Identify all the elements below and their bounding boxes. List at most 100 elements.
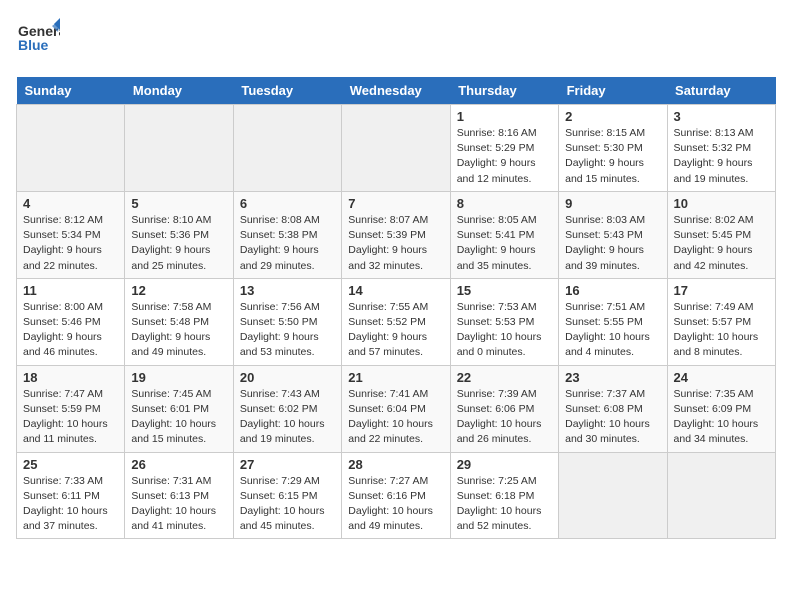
calendar-cell: 15 Sunrise: 7:53 AM Sunset: 5:53 PM Dayli… [450, 278, 558, 365]
calendar-cell: 17 Sunrise: 7:49 AM Sunset: 5:57 PM Dayli… [667, 278, 775, 365]
day-number: 15 [457, 283, 552, 298]
day-number: 9 [565, 196, 660, 211]
day-number: 21 [348, 370, 443, 385]
day-number: 24 [674, 370, 769, 385]
day-number: 1 [457, 109, 552, 124]
calendar-cell: 29 Sunrise: 7:25 AM Sunset: 6:18 PM Dayli… [450, 452, 558, 539]
day-info: Sunrise: 7:51 AM Sunset: 5:55 PM Dayligh… [565, 300, 660, 361]
weekday-header-wednesday: Wednesday [342, 77, 450, 105]
weekday-header-thursday: Thursday [450, 77, 558, 105]
calendar-cell [342, 105, 450, 192]
day-info: Sunrise: 7:27 AM Sunset: 6:16 PM Dayligh… [348, 474, 443, 535]
calendar-cell [667, 452, 775, 539]
calendar-cell: 23 Sunrise: 7:37 AM Sunset: 6:08 PM Dayli… [559, 365, 667, 452]
day-info: Sunrise: 7:47 AM Sunset: 5:59 PM Dayligh… [23, 387, 118, 448]
day-number: 25 [23, 457, 118, 472]
day-info: Sunrise: 7:43 AM Sunset: 6:02 PM Dayligh… [240, 387, 335, 448]
calendar-cell: 3 Sunrise: 8:13 AM Sunset: 5:32 PM Daylig… [667, 105, 775, 192]
day-number: 27 [240, 457, 335, 472]
day-info: Sunrise: 8:12 AM Sunset: 5:34 PM Dayligh… [23, 213, 118, 274]
calendar-cell: 2 Sunrise: 8:15 AM Sunset: 5:30 PM Daylig… [559, 105, 667, 192]
calendar-cell: 13 Sunrise: 7:56 AM Sunset: 5:50 PM Dayli… [233, 278, 341, 365]
day-info: Sunrise: 7:56 AM Sunset: 5:50 PM Dayligh… [240, 300, 335, 361]
day-info: Sunrise: 8:10 AM Sunset: 5:36 PM Dayligh… [131, 213, 226, 274]
day-number: 22 [457, 370, 552, 385]
calendar-cell: 16Sunrise: 7:51 AM Sunset: 5:55 PM Dayli… [559, 278, 667, 365]
day-number: 11 [23, 283, 118, 298]
calendar-cell: 19 Sunrise: 7:45 AM Sunset: 6:01 PM Dayli… [125, 365, 233, 452]
calendar-cell [559, 452, 667, 539]
svg-text:Blue: Blue [18, 37, 49, 53]
weekday-header-monday: Monday [125, 77, 233, 105]
day-info: Sunrise: 7:49 AM Sunset: 5:57 PM Dayligh… [674, 300, 769, 361]
calendar-cell: 24 Sunrise: 7:35 AM Sunset: 6:09 PM Dayli… [667, 365, 775, 452]
calendar-cell [17, 105, 125, 192]
calendar-cell: 28 Sunrise: 7:27 AM Sunset: 6:16 PM Dayli… [342, 452, 450, 539]
calendar-cell: 9Sunrise: 8:03 AM Sunset: 5:43 PM Daylig… [559, 191, 667, 278]
calendar-cell: 7 Sunrise: 8:07 AM Sunset: 5:39 PM Daylig… [342, 191, 450, 278]
day-number: 2 [565, 109, 660, 124]
day-number: 12 [131, 283, 226, 298]
day-number: 19 [131, 370, 226, 385]
day-info: Sunrise: 7:55 AM Sunset: 5:52 PM Dayligh… [348, 300, 443, 361]
day-number: 7 [348, 196, 443, 211]
day-number: 8 [457, 196, 552, 211]
day-info: Sunrise: 7:33 AM Sunset: 6:11 PM Dayligh… [23, 474, 118, 535]
day-info: Sunrise: 7:37 AM Sunset: 6:08 PM Dayligh… [565, 387, 660, 448]
day-info: Sunrise: 7:35 AM Sunset: 6:09 PM Dayligh… [674, 387, 769, 448]
calendar-cell: 18 Sunrise: 7:47 AM Sunset: 5:59 PM Dayli… [17, 365, 125, 452]
calendar-cell [125, 105, 233, 192]
calendar-cell: 21 Sunrise: 7:41 AM Sunset: 6:04 PM Dayli… [342, 365, 450, 452]
day-number: 5 [131, 196, 226, 211]
week-row-5: 25 Sunrise: 7:33 AM Sunset: 6:11 PM Dayli… [17, 452, 776, 539]
day-number: 14 [348, 283, 443, 298]
day-info: Sunrise: 8:00 AM Sunset: 5:46 PM Dayligh… [23, 300, 118, 361]
day-number: 13 [240, 283, 335, 298]
day-info: Sunrise: 8:07 AM Sunset: 5:39 PM Dayligh… [348, 213, 443, 274]
week-row-2: 4Sunrise: 8:12 AM Sunset: 5:34 PM Daylig… [17, 191, 776, 278]
weekday-header-friday: Friday [559, 77, 667, 105]
calendar-cell: 11 Sunrise: 8:00 AM Sunset: 5:46 PM Dayli… [17, 278, 125, 365]
calendar-table: SundayMondayTuesdayWednesdayThursdayFrid… [16, 77, 776, 539]
calendar-cell: 26Sunrise: 7:31 AM Sunset: 6:13 PM Dayli… [125, 452, 233, 539]
day-number: 23 [565, 370, 660, 385]
calendar-cell: 25 Sunrise: 7:33 AM Sunset: 6:11 PM Dayli… [17, 452, 125, 539]
day-info: Sunrise: 7:39 AM Sunset: 6:06 PM Dayligh… [457, 387, 552, 448]
calendar-cell: 4Sunrise: 8:12 AM Sunset: 5:34 PM Daylig… [17, 191, 125, 278]
day-info: Sunrise: 7:58 AM Sunset: 5:48 PM Dayligh… [131, 300, 226, 361]
calendar-cell: 20 Sunrise: 7:43 AM Sunset: 6:02 PM Dayli… [233, 365, 341, 452]
logo-icon: General Blue [16, 16, 60, 60]
day-info: Sunrise: 7:25 AM Sunset: 6:18 PM Dayligh… [457, 474, 552, 535]
calendar-cell: 5 Sunrise: 8:10 AM Sunset: 5:36 PM Daylig… [125, 191, 233, 278]
week-row-1: 1 Sunrise: 8:16 AM Sunset: 5:29 PM Daylig… [17, 105, 776, 192]
weekday-header-tuesday: Tuesday [233, 77, 341, 105]
day-number: 3 [674, 109, 769, 124]
day-info: Sunrise: 8:13 AM Sunset: 5:32 PM Dayligh… [674, 126, 769, 187]
calendar-cell: 22 Sunrise: 7:39 AM Sunset: 6:06 PM Dayli… [450, 365, 558, 452]
day-number: 29 [457, 457, 552, 472]
weekday-header-sunday: Sunday [17, 77, 125, 105]
day-number: 17 [674, 283, 769, 298]
day-info: Sunrise: 8:02 AM Sunset: 5:45 PM Dayligh… [674, 213, 769, 274]
day-info: Sunrise: 7:53 AM Sunset: 5:53 PM Dayligh… [457, 300, 552, 361]
day-number: 28 [348, 457, 443, 472]
calendar-cell: 10 Sunrise: 8:02 AM Sunset: 5:45 PM Dayli… [667, 191, 775, 278]
calendar-cell: 12 Sunrise: 7:58 AM Sunset: 5:48 PM Dayli… [125, 278, 233, 365]
day-info: Sunrise: 7:41 AM Sunset: 6:04 PM Dayligh… [348, 387, 443, 448]
day-number: 18 [23, 370, 118, 385]
day-number: 20 [240, 370, 335, 385]
week-row-3: 11 Sunrise: 8:00 AM Sunset: 5:46 PM Dayli… [17, 278, 776, 365]
weekday-header-row: SundayMondayTuesdayWednesdayThursdayFrid… [17, 77, 776, 105]
calendar-cell: 14 Sunrise: 7:55 AM Sunset: 5:52 PM Dayli… [342, 278, 450, 365]
day-info: Sunrise: 7:29 AM Sunset: 6:15 PM Dayligh… [240, 474, 335, 535]
calendar-cell: 1 Sunrise: 8:16 AM Sunset: 5:29 PM Daylig… [450, 105, 558, 192]
day-info: Sunrise: 7:45 AM Sunset: 6:01 PM Dayligh… [131, 387, 226, 448]
day-number: 10 [674, 196, 769, 211]
day-info: Sunrise: 8:16 AM Sunset: 5:29 PM Dayligh… [457, 126, 552, 187]
calendar-cell: 6Sunrise: 8:08 AM Sunset: 5:38 PM Daylig… [233, 191, 341, 278]
day-info: Sunrise: 8:08 AM Sunset: 5:38 PM Dayligh… [240, 213, 335, 274]
calendar-cell: 8Sunrise: 8:05 AM Sunset: 5:41 PM Daylig… [450, 191, 558, 278]
logo: General Blue [16, 16, 60, 65]
day-info: Sunrise: 8:15 AM Sunset: 5:30 PM Dayligh… [565, 126, 660, 187]
week-row-4: 18 Sunrise: 7:47 AM Sunset: 5:59 PM Dayli… [17, 365, 776, 452]
